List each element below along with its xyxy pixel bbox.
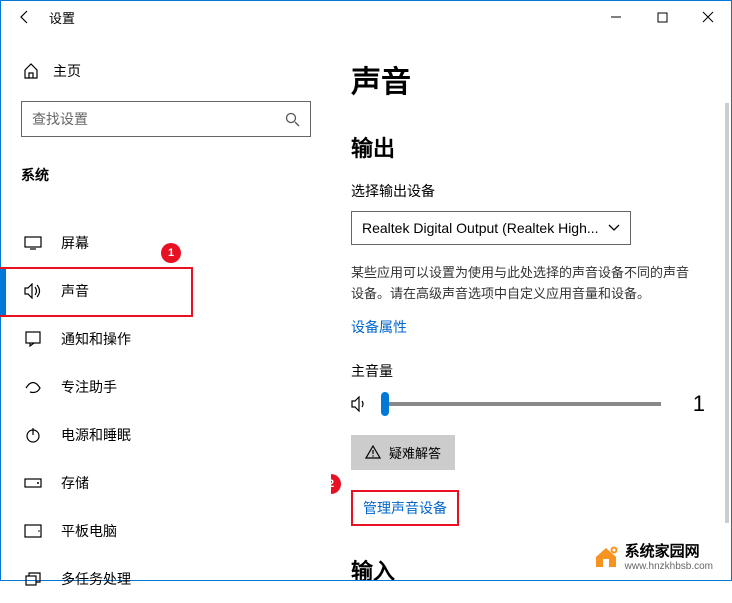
sidebar-item-tablet[interactable]: 平板电脑 (21, 507, 331, 555)
dropdown-value: Realtek Digital Output (Realtek High... (362, 220, 599, 236)
sidebar-section-label: 系统 (21, 165, 331, 185)
sound-icon (23, 281, 43, 301)
volume-value: 1 (693, 391, 711, 417)
watermark: 系统家园网 www.hnzkhbsb.com (587, 538, 719, 574)
power-icon (23, 425, 43, 445)
output-description: 某些应用可以设置为使用与此处选择的声音设备不同的声音设备。请在高级声音选项中自定… (351, 263, 691, 305)
device-properties-link[interactable]: 设备属性 (351, 317, 407, 337)
volume-label: 主音量 (351, 361, 711, 381)
sidebar-item-label: 声音 (61, 281, 89, 301)
home-icon (21, 61, 41, 81)
scrollbar[interactable] (725, 103, 729, 523)
volume-slider[interactable] (381, 402, 661, 406)
titlebar: 设置 (1, 1, 731, 33)
chevron-down-icon (608, 224, 620, 232)
watermark-logo-icon (593, 543, 619, 569)
troubleshoot-label: 疑难解答 (389, 443, 441, 462)
sidebar-item-multitasking[interactable]: 多任务处理 (21, 555, 331, 603)
back-button[interactable] (5, 1, 45, 33)
storage-icon (23, 473, 43, 493)
sidebar-item-storage[interactable]: 存储 (21, 459, 331, 507)
page-title: 声音 (351, 57, 711, 101)
output-select-label: 选择输出设备 (351, 181, 711, 201)
sidebar-item-power[interactable]: 电源和睡眠 (21, 411, 331, 459)
watermark-url: www.hnzkhbsb.com (625, 561, 713, 572)
sidebar-item-sound[interactable]: 声音 (21, 267, 331, 315)
speaker-icon[interactable] (351, 395, 369, 413)
sidebar-item-label: 通知和操作 (61, 329, 131, 349)
minimize-button[interactable] (593, 1, 639, 33)
sidebar-item-focus-assist[interactable]: 专注助手 (21, 363, 331, 411)
manage-sound-devices-link[interactable]: 管理声音设备 (363, 498, 447, 518)
annotation-badge-1: 1 (161, 243, 181, 263)
sidebar-item-notifications[interactable]: 通知和操作 (21, 315, 331, 363)
sidebar-item-label: 专注助手 (61, 377, 117, 397)
annotation-badge-2: 2 (331, 474, 341, 494)
output-heading: 输出 (351, 131, 711, 163)
search-input[interactable] (21, 101, 311, 137)
window-controls (593, 1, 731, 33)
slider-thumb[interactable] (381, 392, 389, 416)
main-content: 声音 输出 选择输出设备 Realtek Digital Output (Rea… (331, 33, 731, 580)
maximize-button[interactable] (639, 1, 685, 33)
output-device-dropdown[interactable]: Realtek Digital Output (Realtek High... (351, 211, 631, 245)
close-button[interactable] (685, 1, 731, 33)
sidebar-item-label: 存储 (61, 473, 89, 493)
troubleshoot-button[interactable]: 疑难解答 (351, 435, 455, 470)
sidebar: 主页 系统 屏幕 声音 通知和操作 (1, 33, 331, 580)
sidebar-item-label: 电源和睡眠 (61, 425, 131, 445)
sidebar-item-label: 屏幕 (61, 233, 89, 253)
watermark-text: 系统家园网 (625, 540, 713, 561)
home-link[interactable]: 主页 (21, 61, 331, 81)
tablet-icon (23, 521, 43, 541)
annotation-box-2: 管理声音设备 (351, 490, 459, 526)
notifications-icon (23, 329, 43, 349)
search-field[interactable] (32, 111, 284, 127)
focus-assist-icon (23, 377, 43, 397)
window-title: 设置 (49, 8, 75, 27)
warning-icon (365, 445, 381, 459)
multitasking-icon (23, 569, 43, 589)
search-icon (284, 111, 300, 127)
sidebar-item-label: 平板电脑 (61, 521, 117, 541)
content: 主页 系统 屏幕 声音 通知和操作 (1, 33, 731, 580)
home-label: 主页 (53, 61, 81, 81)
volume-section: 主音量 1 (351, 361, 711, 417)
display-icon (23, 233, 43, 253)
sidebar-item-label: 多任务处理 (61, 569, 131, 589)
